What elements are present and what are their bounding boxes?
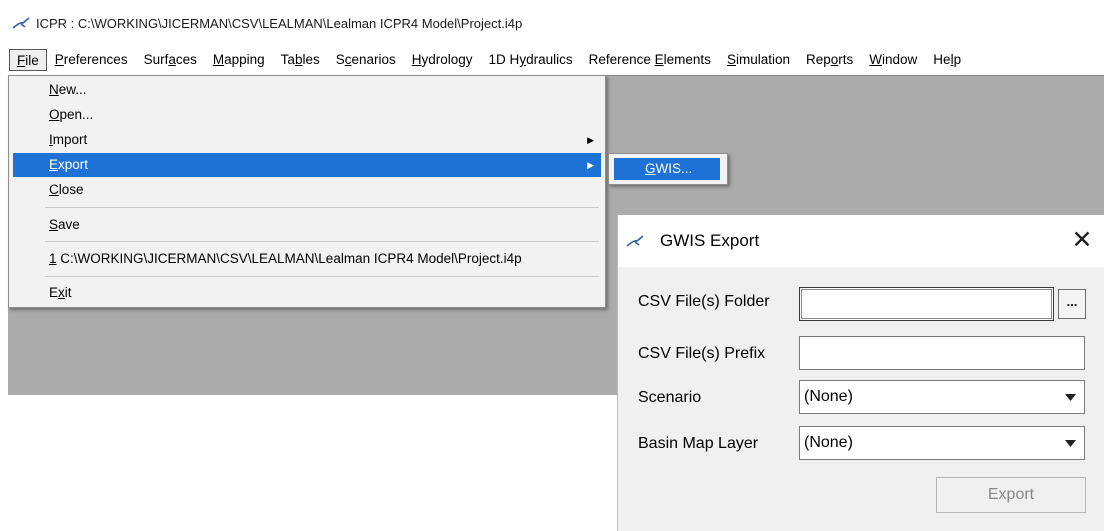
file-menu-dropdown: New... Open... Import ▶ Export ▶ Close Sav…: [8, 75, 606, 308]
menu-tables[interactable]: Tables: [273, 49, 328, 71]
scenario-select[interactable]: (None): [799, 380, 1085, 414]
close-icon[interactable]: ✕: [1069, 227, 1095, 253]
dialog-title: GWIS Export: [660, 231, 760, 250]
menu-item-close[interactable]: Close: [13, 178, 601, 202]
browse-folder-button[interactable]: ...: [1058, 289, 1086, 319]
icpr-icon: [12, 16, 30, 30]
menu-separator: [45, 276, 599, 277]
menu-scenarios[interactable]: Scenarios: [328, 49, 404, 71]
basin-layer-selected-value: (None): [804, 434, 853, 451]
menu-help[interactable]: Help: [925, 49, 969, 71]
menu-reports[interactable]: Reports: [798, 49, 861, 71]
scenario-selected-value: (None): [804, 388, 853, 405]
menu-item-save[interactable]: Save: [13, 213, 601, 237]
window-titlebar: ICPR : C:\WORKING\JICERMAN\CSV\LEALMAN\L…: [0, 8, 1104, 38]
menu-window[interactable]: Window: [861, 49, 925, 71]
menu-separator: [45, 241, 599, 242]
heading-strip-clipped: [0, 0, 1104, 6]
menu-item-gwis[interactable]: GWIS...: [614, 158, 720, 180]
menu-item-import[interactable]: Import ▶: [13, 128, 601, 152]
menu-mapping[interactable]: Mapping: [205, 49, 273, 71]
menu-hydrology[interactable]: Hydrology: [404, 49, 481, 71]
menu-item-open[interactable]: Open...: [13, 103, 601, 127]
menu-separator: [45, 207, 599, 208]
csv-prefix-input[interactable]: [799, 336, 1085, 370]
submenu-arrow-icon: ▶: [587, 135, 594, 145]
window-title: ICPR : C:\WORKING\JICERMAN\CSV\LEALMAN\L…: [36, 15, 523, 31]
menu-preferences[interactable]: Preferences: [47, 49, 136, 71]
dialog-titlebar: GWIS Export ✕: [618, 215, 1104, 267]
scenario-label: Scenario: [638, 389, 702, 406]
chevron-down-icon[interactable]: [1058, 428, 1082, 458]
menubar: File Preferences Surfaces Mapping Tables…: [0, 45, 1104, 75]
menu-item-exit[interactable]: Exit: [13, 281, 601, 305]
icpr-icon: [626, 234, 644, 248]
export-submenu: GWIS...: [608, 153, 728, 185]
gwis-export-dialog: GWIS Export ✕ CSV File(s) Folder ... CSV…: [617, 215, 1104, 531]
basin-layer-select[interactable]: (None): [799, 426, 1085, 460]
menu-file[interactable]: File: [9, 49, 47, 71]
menu-item-export[interactable]: Export ▶: [13, 153, 601, 177]
chevron-down-icon[interactable]: [1058, 382, 1082, 412]
menu-surfaces[interactable]: Surfaces: [136, 49, 205, 71]
menu-item-recent-1[interactable]: 1 C:\WORKING\JICERMAN\CSV\LEALMAN\Lealma…: [13, 247, 601, 271]
menu-simulation[interactable]: Simulation: [719, 49, 798, 71]
menu-reference-elements[interactable]: Reference Elements: [581, 49, 719, 71]
csv-folder-label: CSV File(s) Folder: [638, 293, 770, 310]
csv-folder-input[interactable]: [799, 287, 1054, 321]
submenu-arrow-icon: ▶: [587, 160, 594, 170]
csv-prefix-label: CSV File(s) Prefix: [638, 345, 766, 362]
menu-item-new[interactable]: New...: [13, 78, 601, 102]
basin-layer-label: Basin Map Layer: [638, 435, 759, 452]
menu-1d-hydraulics[interactable]: 1D Hydraulics: [481, 49, 581, 71]
export-button[interactable]: Export: [936, 477, 1086, 513]
